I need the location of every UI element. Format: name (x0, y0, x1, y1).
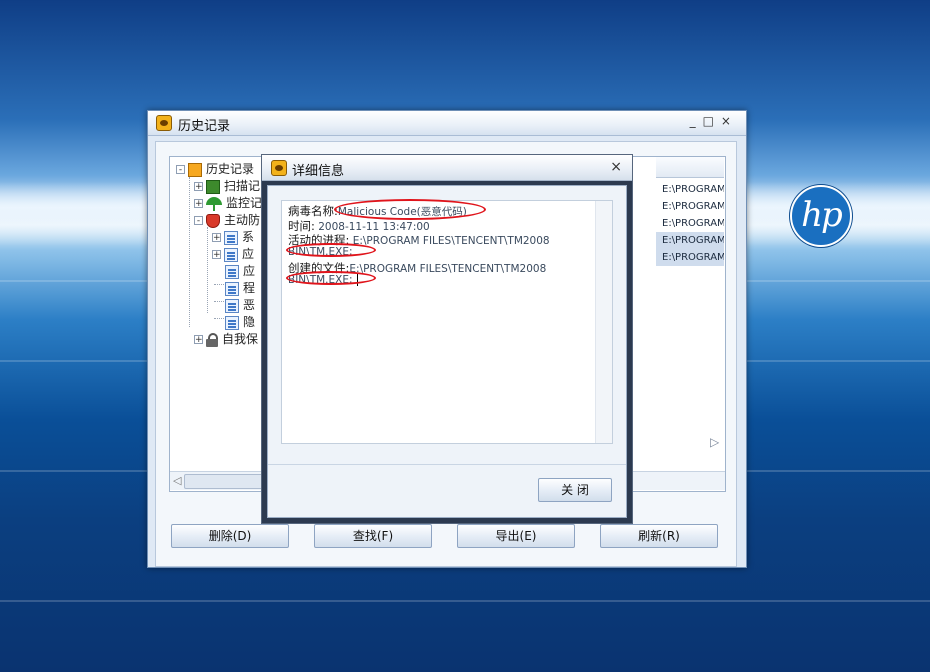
document-icon (224, 247, 238, 262)
lock-icon (206, 332, 218, 347)
collapse-icon[interactable]: - (194, 216, 203, 226)
tree-label: 扫描记 (224, 179, 261, 193)
document-icon (225, 281, 239, 296)
tree-connector (189, 177, 190, 327)
app-tiger-icon (271, 160, 287, 176)
shield-icon (206, 213, 220, 228)
tree-item-scan[interactable]: + 扫描记 (194, 178, 260, 194)
scroll-right-icon[interactable]: ▷ (710, 435, 719, 449)
expand-icon[interactable]: + (212, 233, 221, 243)
list-item[interactable]: E:\PROGRAM FI (656, 215, 724, 232)
tree-label: 自我保 (222, 332, 259, 346)
time-label: 时间: (288, 219, 315, 233)
export-button[interactable]: 导出(E) (457, 524, 575, 548)
tree-label: 程 (243, 281, 256, 295)
annotation-ellipse (286, 271, 376, 285)
tree-item-system[interactable]: + 系 (212, 229, 254, 245)
expand-icon[interactable]: + (194, 335, 203, 345)
delete-button[interactable]: 删除(D) (171, 524, 289, 548)
find-button[interactable]: 查找(F) (314, 524, 432, 548)
document-icon (224, 230, 238, 245)
tree-label: 历史记录 (206, 162, 255, 176)
list-column-header[interactable] (656, 157, 724, 178)
close-button[interactable]: 关 闭 (538, 478, 612, 502)
list-item[interactable]: E:\PROGRAM FI (656, 249, 724, 266)
window-title: 历史记录 (178, 119, 231, 134)
umbrella-icon (206, 196, 222, 211)
list-item[interactable]: E:\PROGRAM FI (656, 181, 724, 198)
dialog-body: 病毒名称:Malicious Code(恶意代码) 时间: 2008-11-11… (267, 185, 627, 518)
tree-label: 监控记 (226, 196, 263, 210)
tree-connector (214, 284, 224, 285)
tree-label: 应 (242, 247, 255, 261)
annotation-ellipse (286, 243, 376, 257)
virus-name-label: 病毒名称: (288, 204, 338, 218)
close-icon[interactable]: × (610, 159, 622, 175)
tree-connector (214, 318, 224, 319)
dialog-titlebar[interactable]: 详细信息 × (262, 155, 632, 181)
tree-item-app-2[interactable]: 应 (225, 263, 255, 279)
list-item[interactable]: E:\PROGRAM FI (656, 198, 724, 215)
tree-label: 主动防 (224, 213, 261, 227)
scroll-left-icon[interactable]: ◁ (173, 474, 183, 487)
window-controls[interactable]: _□× (690, 114, 738, 128)
tree-item-malicious[interactable]: 恶 (225, 297, 255, 313)
process-value: E:\PROGRAM FILES\TENCENT\TM2008 (352, 235, 550, 247)
history-folder-icon (188, 162, 202, 177)
tree-item-self-protect[interactable]: + 自我保 (194, 331, 258, 347)
refresh-button[interactable]: 刷新(R) (600, 524, 718, 548)
tree-connector (214, 301, 224, 302)
document-icon (225, 298, 239, 313)
tree-label: 系 (242, 230, 255, 244)
tree-connector (207, 227, 208, 313)
tree-item-app-1[interactable]: + 应 (212, 246, 254, 262)
tree-label: 应 (243, 264, 256, 278)
hp-logo: hp (790, 185, 852, 247)
app-tiger-icon (156, 115, 172, 131)
window-titlebar[interactable]: 历史记录 _□× (148, 111, 746, 136)
expand-icon[interactable]: + (194, 199, 203, 209)
document-icon (225, 315, 239, 330)
tree-label: 隐 (243, 315, 256, 329)
scan-icon (206, 179, 220, 194)
tree-item-monitor[interactable]: + 监控记 (194, 195, 262, 211)
detail-dialog: 详细信息 × 病毒名称:Malicious Code(恶意代码) 时间: 200… (261, 154, 633, 524)
tree-label: 恶 (243, 298, 256, 312)
list-item[interactable]: E:\PROGRAM FI (656, 232, 724, 249)
document-icon (225, 264, 239, 279)
tree-root[interactable]: - 历史记录 (176, 161, 254, 177)
dialog-divider (268, 464, 626, 465)
dialog-title: 详细信息 (292, 164, 345, 179)
detail-text-area[interactable]: 病毒名称:Malicious Code(恶意代码) 时间: 2008-11-11… (281, 199, 613, 444)
collapse-icon[interactable]: - (176, 165, 185, 175)
tree-item-active-defense[interactable]: - 主动防 (194, 212, 260, 228)
file-value: E:\PROGRAM FILES\TENCENT\TM2008 (349, 263, 547, 275)
annotation-ellipse (334, 199, 486, 220)
tree-item-program[interactable]: 程 (225, 280, 255, 296)
expand-icon[interactable]: + (212, 250, 221, 260)
detail-scrollbar[interactable] (595, 201, 612, 443)
expand-icon[interactable]: + (194, 182, 203, 192)
records-list: E:\PROGRAM FI E:\PROGRAM FI E:\PROGRAM F… (656, 157, 725, 453)
tree-item-hidden[interactable]: 隐 (225, 314, 255, 330)
wallpaper-wave (0, 600, 930, 602)
